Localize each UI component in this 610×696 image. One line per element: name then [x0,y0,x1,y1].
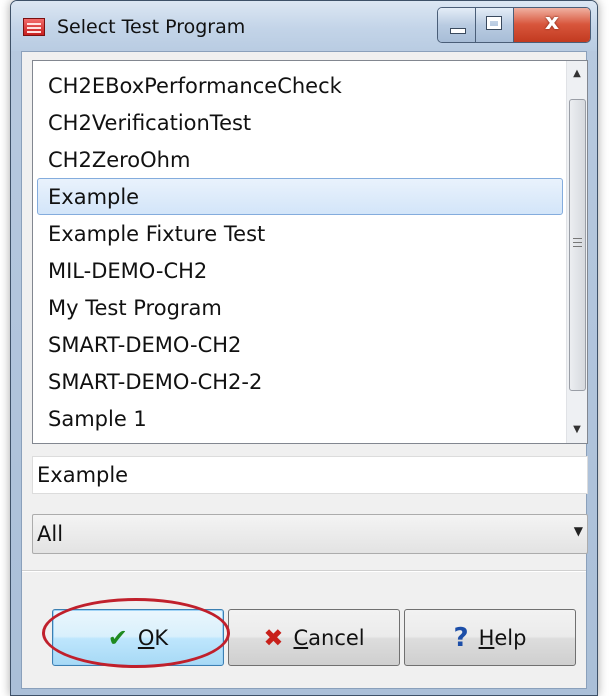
scroll-down-arrow-icon[interactable]: ▼ [567,419,587,441]
minimize-icon [450,28,466,34]
cancel-button[interactable]: ✖ Cancel [228,609,400,666]
question-icon: ? [453,622,469,653]
program-list-item[interactable]: CH2VerificationTest [37,104,563,141]
ok-button-label: OK [137,625,169,650]
program-list-item[interactable]: Example Fixture Test [37,215,563,252]
chevron-down-icon: ▼ [573,524,583,538]
ok-button[interactable]: ✔ OK [52,609,224,666]
program-list-item[interactable]: SMART-DEMO-CH2-2 [37,363,563,400]
caption-buttons: x [437,7,591,43]
scroll-up-arrow-icon[interactable]: ▲ [567,63,587,85]
check-icon: ✔ [107,623,128,652]
program-list-item[interactable]: Example [37,178,563,215]
title-bar[interactable]: Select Test Program x [11,1,597,51]
divider [22,570,586,572]
program-listbox[interactable]: CH2EBoxPerformanceCheck CH2VerificationTe… [32,60,588,444]
cancel-button-label: Cancel [293,625,365,650]
vertical-scrollbar[interactable]: ▲ ▼ [566,61,587,443]
program-list-item[interactable]: CH2ZeroOhm [37,141,563,178]
help-button[interactable]: ? Help [404,609,576,666]
scroll-grip-icon [573,238,582,247]
close-button[interactable]: x [514,8,590,42]
scroll-thumb[interactable] [569,99,586,391]
program-list-item[interactable]: SMART-DEMO-CH2 [37,326,563,363]
window-title: Select Test Program [57,16,246,38]
program-list: CH2EBoxPerformanceCheck CH2VerificationTe… [33,67,567,437]
program-list-item[interactable]: Sample 1 [37,400,563,437]
maximize-button[interactable] [476,8,514,42]
program-list-item[interactable]: CH2EBoxPerformanceCheck [37,67,563,104]
maximize-icon [486,16,502,30]
minimize-button[interactable] [438,8,476,42]
filter-selected-value: All [37,522,64,546]
dialog-window: Select Test Program x CH2EBoxPerformance… [10,0,598,696]
filter-dropdown[interactable]: All ▼ [32,514,588,554]
x-icon: ✖ [263,623,284,652]
program-list-item[interactable]: MIL-DEMO-CH2 [37,252,563,289]
program-list-item[interactable]: My Test Program [37,289,563,326]
app-icon [23,18,45,36]
dialog-client-area: CH2EBoxPerformanceCheck CH2VerificationTe… [21,51,588,689]
program-name-field[interactable] [32,456,588,494]
help-button-label: Help [478,625,527,650]
close-icon: x [544,10,560,35]
